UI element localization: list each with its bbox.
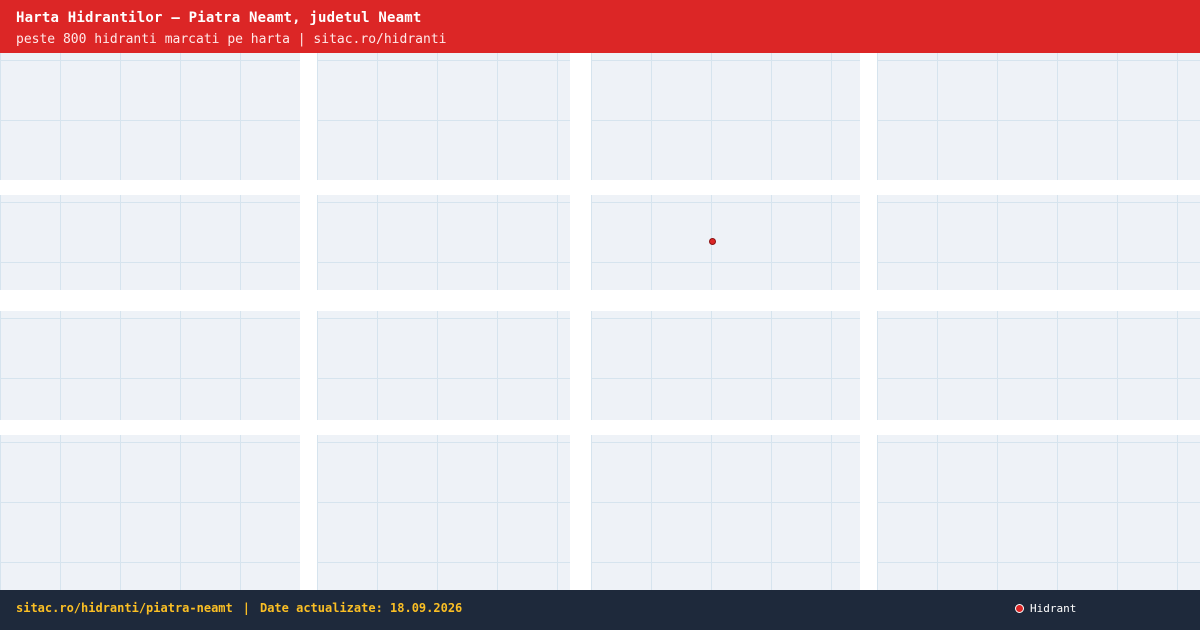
footer-url[interactable]: sitac.ro/hidranti/piatra-neamt (16, 601, 233, 615)
legend-label: Hidrant (1030, 601, 1077, 615)
map-block (317, 53, 570, 180)
map-block (317, 311, 570, 420)
footer-separator: | (242, 601, 250, 615)
map-block (0, 311, 300, 420)
header-bar: Harta Hidrantilor — Piatra Neamt, judetu… (0, 0, 1200, 53)
map-block (877, 53, 1200, 180)
map-block (591, 311, 860, 420)
map-block (591, 53, 860, 180)
map-block (591, 195, 860, 290)
page-subtitle: peste 800 hidranti marcati pe harta | si… (16, 32, 447, 47)
map-legend: Hidrant (1015, 601, 1076, 615)
map-block (877, 311, 1200, 420)
map-block (0, 435, 300, 590)
map-block (0, 195, 300, 290)
map-block (877, 435, 1200, 590)
map-block (317, 195, 570, 290)
map-view[interactable] (0, 53, 1200, 590)
page-title: Harta Hidrantilor — Piatra Neamt, judetu… (16, 10, 422, 26)
map-block (877, 195, 1200, 290)
map-block (591, 435, 860, 590)
hydrant-marker[interactable] (709, 238, 716, 245)
footer-info: sitac.ro/hidranti/piatra-neamt | Date actu… (16, 601, 462, 615)
map-block (0, 53, 300, 180)
hydrant-legend-icon (1015, 603, 1024, 613)
update-date: Date actualizate: 18.09.2026 (259, 601, 463, 615)
map-block (317, 435, 570, 590)
footer-bar: sitac.ro/hidranti/piatra-neamt | Date actu… (0, 590, 1200, 630)
